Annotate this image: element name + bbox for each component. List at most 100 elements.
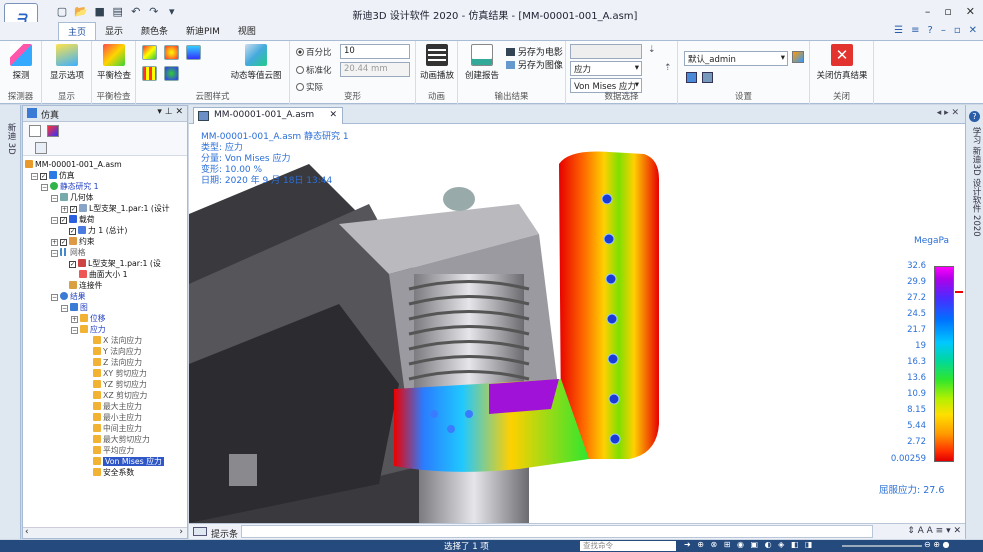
tree-horizontal-scrollbar[interactable]: ‹ › [23,527,187,538]
tree-row[interactable]: 中间主应力 [93,423,142,434]
pin-up-icon[interactable]: ⇡ [664,63,672,73]
prompt-input[interactable] [241,525,873,538]
tree-row[interactable]: 最小主应力 [93,412,142,423]
contour-style-1-icon[interactable] [142,45,157,60]
graphics-viewport[interactable]: MM-00001-001_A.asm 静态研究 1 类型: 应力 分量: Von… [189,124,965,523]
tree-row[interactable]: − ✓ 载荷 [51,214,95,225]
ribbon-close-icon[interactable]: ✕ [969,25,977,36]
tree-row[interactable]: − 几何体 [51,192,93,203]
results-view-icon[interactable] [47,125,59,137]
tree-row[interactable]: − ✓ 仿真 [31,170,75,181]
tree-row[interactable]: + ✓ 约束 [51,236,95,247]
tree-row[interactable]: − 图 [61,302,88,313]
tree-row[interactable]: 连接件 [69,280,102,291]
tab-pim[interactable]: 新迪PIM [177,22,229,40]
checkbox[interactable]: ✓ [69,228,76,235]
save-settings-icon[interactable] [792,51,804,63]
tree-row[interactable]: XY 剪切应力 [93,368,147,379]
tree-row[interactable]: ✓ L型支架_1.par:1 (设 [69,258,161,269]
document-tab[interactable]: MM-00001-001_A.asm ✕ [193,107,343,124]
tree-row[interactable]: YZ 剪切应力 [93,379,147,390]
collapse-icon[interactable]: − [41,184,48,191]
tree-row[interactable]: Z 法向应力 [93,357,142,368]
new-file-icon[interactable]: ▢ [56,5,68,18]
percent-radio[interactable]: 百分比 [296,46,332,58]
color-legend-bar[interactable] [934,266,954,462]
scroll-left-icon[interactable]: ‹ [25,527,29,537]
tree-row[interactable]: − 静态研究 1 [41,181,99,192]
contour-style-4-icon[interactable] [142,66,157,81]
tree-row[interactable]: 曲面大小 1 [79,269,128,280]
tree-row[interactable]: ✓ 力 1 (总计) [69,225,127,236]
tree-row[interactable]: MM-00001-001_A.asm [25,159,122,170]
close-simulation-button[interactable]: ✕ 关闭仿真结果 [812,44,872,81]
view-tools-icons[interactable]: ➜ ⊕ ⊗ ⊞ ◉ ▣ ◐ ◈ ◧ ◨ [684,540,815,549]
tab-view[interactable]: 视图 [229,22,265,40]
display-options-button[interactable]: 显示选项 [46,44,88,81]
redo-icon[interactable]: ↷ [148,5,160,18]
tree-row[interactable]: + 位移 [71,313,106,324]
save-icon[interactable]: ■ [94,5,106,18]
probe-button[interactable]: 探测 [4,44,38,81]
collapse-icon[interactable]: − [51,294,58,301]
collapse-icon[interactable]: − [51,250,58,257]
restore-button[interactable]: ▫ [944,5,951,18]
tab-colorbar[interactable]: 颜色条 [132,22,177,40]
checkbox[interactable]: ✓ [60,217,67,224]
collapse-icon[interactable]: − [51,195,58,202]
normalize-input[interactable]: 20.44 mm [340,62,410,77]
ribbon-restore-icon[interactable]: ▫ [954,25,961,36]
load-case-select[interactable] [570,44,642,59]
pin-down-icon[interactable]: ⇣ [648,45,656,55]
help-circle-icon[interactable]: ? [969,111,980,122]
expand-icon[interactable]: + [71,316,78,323]
tree-row[interactable]: + ✓ L型支架_1.par:1 (设计 [61,203,170,214]
tree-row[interactable]: X 法向应力 [93,335,142,346]
checkbox[interactable]: ✓ [69,261,76,268]
tree-row[interactable]: − 结果 [51,291,86,302]
customize-icon[interactable]: ▾ [166,5,178,18]
settings-profile-select[interactable]: 默认_admin ▾ [684,51,788,66]
settings-tool-1-icon[interactable] [686,72,697,83]
command-search-input[interactable]: 查找命令 [580,541,676,551]
tree-row[interactable]: XZ 剪切应力 [93,390,147,401]
collapse-icon[interactable]: − [61,305,68,312]
collapse-icon[interactable]: − [51,217,58,224]
checkbox[interactable]: ✓ [70,206,77,213]
tree-row[interactable]: Von Mises 应力 [93,456,164,467]
close-tab-icon[interactable]: ✕ [329,110,337,120]
collapse-icon[interactable]: − [71,327,78,334]
expand-icon[interactable]: + [61,206,68,213]
dynamic-contour-button[interactable]: 动态等值云图 [228,44,284,81]
collapse-icon[interactable]: − [31,173,38,180]
expand-icon[interactable]: + [51,239,58,246]
result-type-select[interactable]: 应力 ▾ [570,61,642,76]
percent-input[interactable]: 10 [340,44,410,59]
prompt-tools-icon[interactable]: ⇕ A A ≡ ▾ ✕ [907,526,961,536]
tree-row[interactable]: Y 法向应力 [93,346,141,357]
tab-nav-icon[interactable]: ◂ ▸ ✕ [937,108,959,118]
contour-style-5-icon[interactable] [164,66,179,81]
tree-row[interactable]: 最大主应力 [93,401,142,412]
balance-check-button[interactable]: 平衡检查 [94,44,134,81]
checkbox[interactable]: ✓ [40,173,47,180]
save-image-button[interactable]: 另存为图像 [506,58,563,71]
tree-row[interactable]: 最大剪切应力 [93,434,150,445]
contour-style-3-icon[interactable] [186,45,201,60]
left-dock-tab[interactable]: 新迪 3D [5,123,17,155]
list-icon[interactable]: ≡ [911,25,919,36]
layout-icon[interactable]: ☰ [894,25,903,36]
normalize-radio[interactable]: 标准化 [296,64,332,76]
ribbon-minimize-icon[interactable]: – [941,25,946,36]
minimize-button[interactable]: – [925,5,931,18]
panel-pin-icon[interactable]: ▾ ⊥ ✕ [157,107,183,117]
print-icon[interactable]: ▤ [112,5,124,18]
undo-icon[interactable]: ↶ [130,5,142,18]
save-movie-button[interactable]: 另存为电影 [506,45,563,58]
close-window-button[interactable]: ✕ [966,5,975,18]
filter-icon[interactable] [35,142,47,154]
zoom-controls-icon[interactable]: ⊖ ⊕ ● [924,540,949,549]
checkbox[interactable]: ✓ [60,239,67,246]
contour-style-2-icon[interactable] [164,45,179,60]
tree-row[interactable]: − 应力 [71,324,106,335]
